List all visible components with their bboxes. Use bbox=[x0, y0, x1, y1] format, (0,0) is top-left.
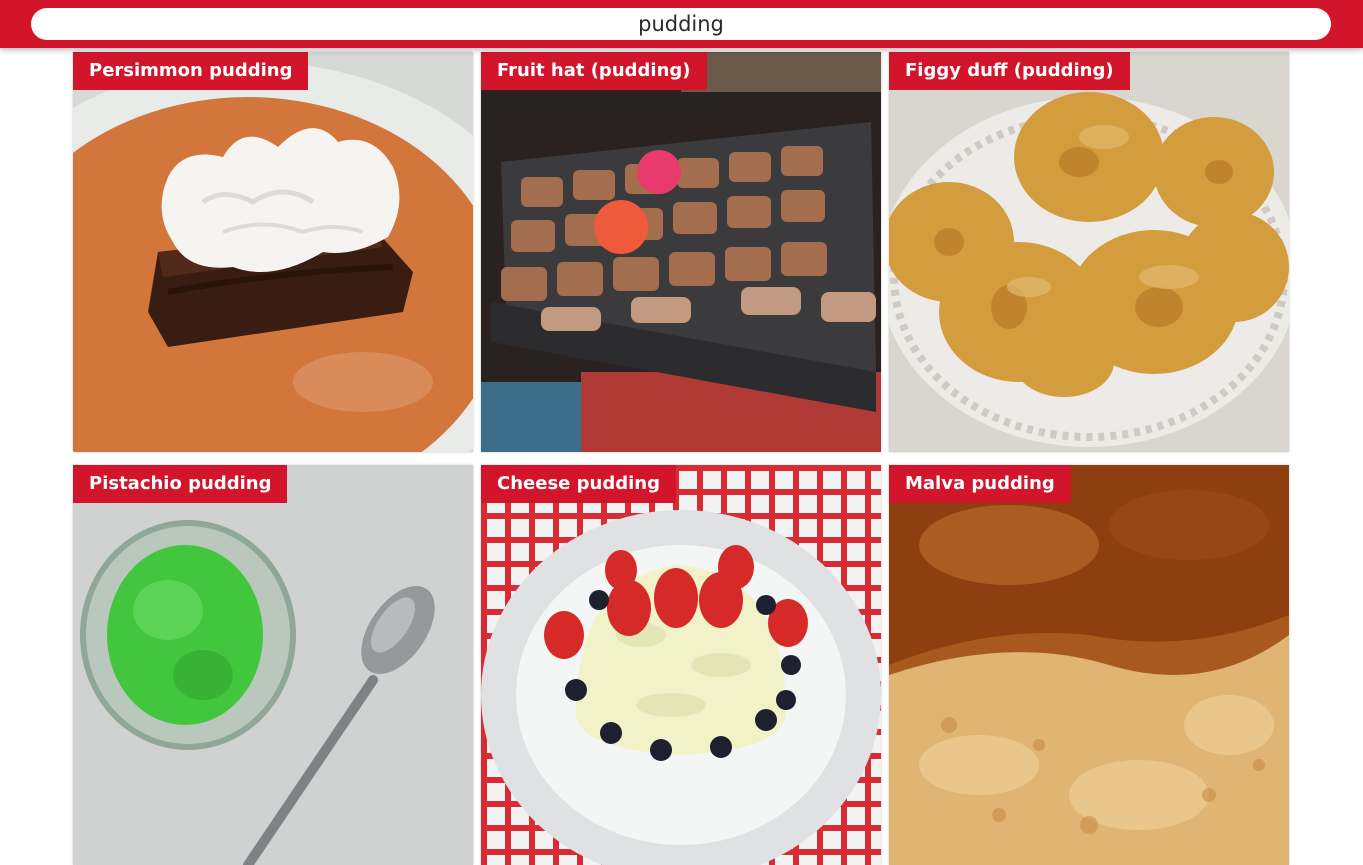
persimmon-pudding-photo bbox=[73, 52, 473, 452]
result-title: Persimmon pudding bbox=[73, 52, 309, 90]
result-card-persimmon-pudding[interactable]: Persimmon pudding bbox=[73, 52, 473, 452]
figgy-duff-pudding-photo bbox=[889, 52, 1289, 452]
cheese-pudding-photo bbox=[481, 465, 881, 865]
result-title: Figgy duff (pudding) bbox=[889, 52, 1130, 90]
result-title: Cheese pudding bbox=[481, 465, 676, 503]
results-grid: Persimmon pudding Fruit hat (pudding) Fi… bbox=[73, 52, 1289, 865]
top-bar bbox=[0, 0, 1363, 48]
pistachio-pudding-photo bbox=[73, 465, 473, 865]
fruit-hat-pudding-photo bbox=[481, 52, 881, 452]
result-title: Fruit hat (pudding) bbox=[481, 52, 707, 90]
result-card-fruit-hat-pudding[interactable]: Fruit hat (pudding) bbox=[481, 52, 881, 452]
result-title: Malva pudding bbox=[889, 465, 1071, 503]
result-title: Pistachio pudding bbox=[73, 465, 288, 503]
result-card-pistachio-pudding[interactable]: Pistachio pudding bbox=[73, 465, 473, 865]
result-card-figgy-duff-pudding[interactable]: Figgy duff (pudding) bbox=[889, 52, 1289, 452]
result-card-malva-pudding[interactable]: Malva pudding bbox=[889, 465, 1289, 865]
result-card-cheese-pudding[interactable]: Cheese pudding bbox=[481, 465, 881, 865]
malva-pudding-photo bbox=[889, 465, 1289, 865]
search-input[interactable] bbox=[31, 8, 1331, 40]
